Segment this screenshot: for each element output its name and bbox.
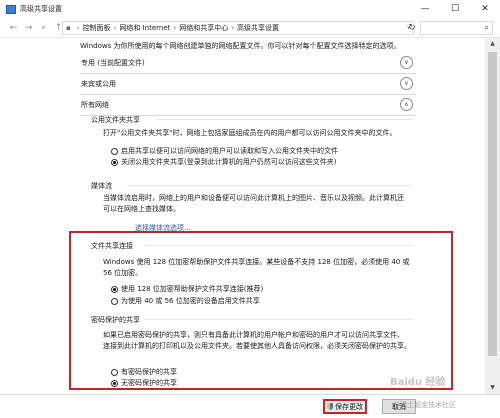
radio-button-selected[interactable] [111,158,118,166]
public-folder-enable-radio[interactable]: 启用共享以便可以访问网络的用户可以读取和写入公用文件夹中的文件 [111,146,338,156]
crumb-advanced-sharing[interactable]: 高级共享设置 [237,23,279,33]
baidu-watermark: Baidu 经验 [390,377,446,388]
minimize-button[interactable]: — [410,0,440,18]
media-title: 媒体流 [91,182,112,190]
forward-icon[interactable]: → [21,23,36,33]
uac-shield-icon [327,403,333,410]
profile-private[interactable]: 专用 (当前配置文件) ∨ [80,54,416,74]
section-divider [127,185,413,186]
crumb-control-panel[interactable]: 控制面板 [83,23,111,33]
profile-guest-public[interactable]: 来宾或公用 ∨ [80,75,416,95]
public-folder-disable-radio[interactable]: 关闭公用文件夹共享(登录到此计算机的用户仍然可以访问这些文件夹) [111,157,336,167]
close-button[interactable]: ✕ [470,0,500,18]
media-desc-line1: 当媒体流启用时，网络上的用户和设备便可以访问此计算机上的图片、音乐以及视频。此计… [103,194,404,202]
search-input[interactable]: ⌕ [420,21,493,35]
public-folder-desc: 打开"公用文件夹共享"时，网络上包括家庭组成员在内的用户都可以访问公用文件夹中的… [103,129,397,137]
address-breadcrumb[interactable]: ▪ › 控制面板 › 网络和 Internet › 网络和共享中心 › 高级共享… [62,21,414,35]
expand-chevron-icon[interactable]: ∨ [400,56,413,69]
address-bar-row: ← → ∨ ↑ ▪ › 控制面板 › 网络和 Internet › 网络和共享中… [0,18,500,38]
highlight-box [69,231,453,390]
intro-text: Windows 为你所使用的每个网络创建单独的网络配置文件。你可以针对每个配置文… [80,42,401,50]
radio-button[interactable] [111,147,118,155]
profile-all-networks[interactable]: 所有网络 ∧ [80,96,416,116]
window-title: 高级共享设置 [20,5,62,13]
collapse-chevron-icon[interactable]: ∧ [400,98,413,111]
section-divider [157,119,413,120]
recent-dropdown-icon[interactable]: ∨ [36,24,51,31]
scroll-down-arrow-icon[interactable]: ▼ [485,382,500,394]
refresh-icon[interactable]: ↻ [405,21,419,35]
vertical-scrollbar[interactable]: ▲ ▼ [485,38,500,394]
back-icon[interactable]: ← [6,23,21,33]
title-bar: 高级共享设置 — ☐ ✕ [0,0,500,18]
control-panel-folder-icon: ▪ [66,24,71,32]
expand-chevron-icon[interactable]: ∨ [400,77,413,90]
media-desc-line2: 可以在网络上查找媒体。 [103,205,180,213]
maximize-button[interactable]: ☐ [440,0,470,18]
scroll-up-arrow-icon[interactable]: ▲ [485,38,500,50]
public-folder-title: 公用文件夹共享 [91,116,140,124]
crumb-network-internet[interactable]: 网络和 Internet [119,23,170,33]
save-changes-button[interactable]: 保存更改 [323,399,367,414]
scrollbar-thumb[interactable] [488,52,497,356]
search-icon: ⌕ [484,23,489,32]
juejin-watermark: @稀土掘金技术社区 [393,401,456,409]
crumb-network-sharing-center[interactable]: 网络和共享中心 [179,23,228,33]
control-panel-icon [6,4,16,14]
